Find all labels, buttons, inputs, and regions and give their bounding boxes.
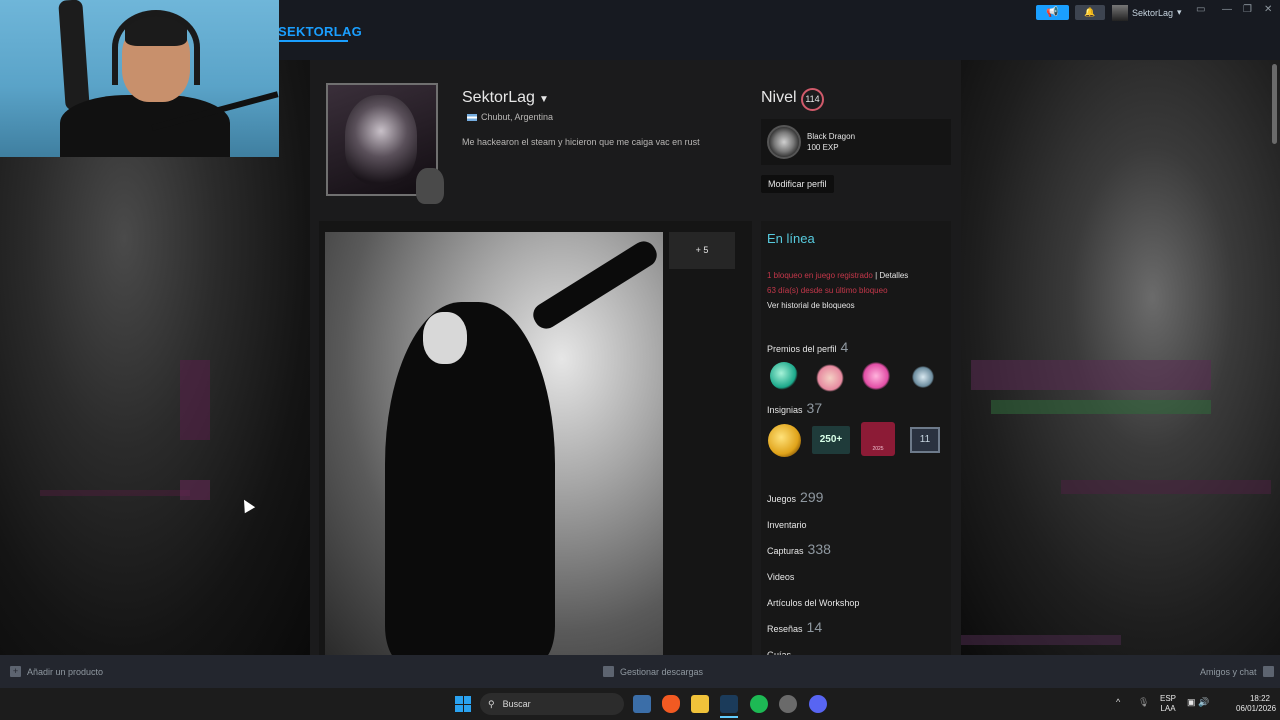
account-username: SektorLag — [1132, 7, 1174, 18]
badges-count: 37 — [806, 400, 823, 416]
add-product-button[interactable]: + Añadir un producto — [10, 666, 103, 677]
taskbar-spotify-icon[interactable] — [750, 695, 768, 713]
taskbar-app-store-icon[interactable] — [633, 695, 651, 713]
dragon-icon — [767, 125, 801, 159]
account-menu[interactable]: SektorLag ▾ — [1112, 4, 1182, 21]
games-label: Juegos — [767, 494, 797, 504]
badges-link[interactable]: Insignias 37 — [767, 400, 822, 416]
level-badge[interactable]: 114 — [801, 88, 824, 111]
coin-badge-icon[interactable] — [768, 424, 801, 457]
years-of-service-badge-icon[interactable]: 11 — [910, 427, 940, 453]
friends-chat-button[interactable]: Amigos y chat — [1200, 666, 1274, 677]
flag-icon — [467, 113, 477, 121]
videos-link[interactable]: Videos — [767, 572, 794, 582]
featured-badge-name: Black Dragon — [807, 132, 856, 141]
network-volume-icons[interactable]: ▣ 🔊 — [1187, 697, 1209, 708]
friends-chat-label: Amigos y chat — [1200, 666, 1257, 677]
taskbar-brave-icon[interactable] — [662, 695, 680, 713]
award-heart-icon[interactable] — [862, 362, 890, 390]
chevron-down-icon[interactable]: ▼ — [539, 94, 549, 105]
profile-name-text: SektorLag — [462, 89, 535, 106]
workshop-link[interactable]: Artículos del Workshop — [767, 598, 859, 608]
badges-label: Insignias — [767, 405, 803, 415]
chevron-down-icon: ▾ — [1177, 7, 1182, 17]
reviews-count: 14 — [806, 619, 823, 635]
taskbar-steam-icon[interactable] — [720, 695, 738, 713]
games-count: 299 — [800, 489, 824, 505]
language-indicator[interactable]: ESP LAA — [1160, 694, 1176, 714]
screenshots-label: Capturas — [767, 546, 804, 556]
profile-nav-title[interactable]: SEKTORLAG — [278, 24, 362, 39]
award-orb-icon[interactable] — [912, 366, 934, 388]
avatar-image — [345, 95, 417, 185]
online-status: En línea — [767, 231, 815, 246]
featured-badge-xp: 100 EXP — [807, 143, 839, 152]
vac-separator: | — [875, 271, 878, 280]
windows-start-icon[interactable] — [455, 696, 471, 712]
keyboard-layout: LAA — [1160, 704, 1176, 713]
announcement-icon[interactable]: 📢 — [1036, 5, 1069, 20]
nav-active-underline — [278, 40, 348, 42]
showcase-more-button[interactable]: + 5 — [669, 232, 735, 269]
microphone-icon[interactable]: 🎙 — [1138, 697, 1149, 708]
manage-downloads-button[interactable]: Gestionar descargas — [603, 666, 703, 677]
chat-icon — [1262, 666, 1274, 677]
vac-days-since: 63 día(s) desde su último bloqueo — [767, 286, 888, 295]
awards-count: 4 — [840, 339, 849, 355]
profile-name[interactable]: SektorLag ▼ — [462, 89, 549, 107]
profile-awards-link[interactable]: Premios del perfil 4 — [767, 339, 848, 355]
add-icon: + — [10, 666, 21, 677]
showcase-artwork[interactable] — [325, 232, 663, 655]
steam-year-badge-icon[interactable]: 2025 — [861, 422, 895, 456]
edit-profile-button[interactable]: Modificar perfil — [761, 175, 834, 193]
bell-icon[interactable]: 🔔 — [1075, 5, 1105, 20]
awards-label: Premios del perfil — [767, 344, 837, 354]
vac-ban-info: 1 bloqueo en juego registrado | Detalles — [767, 271, 908, 280]
webcam-overlay — [0, 0, 279, 157]
profile-background-right — [961, 60, 1280, 655]
language-code: ESP — [1160, 694, 1177, 703]
tray-overflow-icon[interactable]: ^ — [1116, 697, 1120, 707]
inventory-link[interactable]: Inventario — [767, 520, 807, 530]
system-clock[interactable]: 18:22 06/01/2026 — [1236, 694, 1277, 714]
taskbar-file-explorer-icon[interactable] — [691, 695, 709, 713]
search-placeholder: Buscar — [502, 699, 531, 709]
award-feather-icon[interactable] — [770, 362, 798, 390]
close-icon[interactable]: ✕ — [1264, 4, 1272, 15]
award-character-icon[interactable] — [816, 364, 844, 392]
games-link[interactable]: Juegos 299 — [767, 489, 823, 505]
location-text: Chubut, Argentina — [481, 112, 554, 122]
games-owned-badge-icon[interactable]: 250+ — [812, 426, 850, 454]
clock-time: 18:22 — [1249, 694, 1270, 703]
taskbar-app-icon[interactable] — [779, 695, 797, 713]
vac-history-link[interactable]: Ver historial de bloqueos — [767, 301, 855, 310]
downloads-label: Gestionar descargas — [620, 666, 704, 677]
profile-location: Chubut, Argentina — [467, 112, 553, 122]
add-product-label: Añadir un producto — [27, 666, 104, 677]
big-picture-icon[interactable]: ▭ — [1196, 4, 1205, 15]
screenshots-link[interactable]: Capturas 338 — [767, 541, 831, 557]
reviews-link[interactable]: Reseñas 14 — [767, 619, 822, 635]
profile-summary: Me hackearon el steam y hicieron que me … — [462, 137, 700, 147]
clock-date: 06/01/2026 — [1236, 704, 1277, 713]
search-icon: ⚲ — [488, 698, 495, 709]
avatar-frame-decoration — [416, 168, 444, 204]
reviews-label: Reseñas — [767, 624, 803, 634]
page-scrollbar[interactable] — [1272, 64, 1277, 144]
taskbar-discord-icon[interactable] — [809, 695, 827, 713]
maximize-icon[interactable]: ❐ — [1243, 4, 1252, 15]
active-app-indicator — [720, 716, 738, 718]
download-icon — [603, 666, 614, 677]
minimize-icon[interactable]: — — [1222, 4, 1232, 15]
level-label: Nivel — [761, 89, 797, 106]
screenshots-count: 338 — [807, 541, 831, 557]
user-avatar — [1112, 4, 1128, 21]
vac-details-link[interactable]: Detalles — [879, 271, 908, 280]
vac-count: 1 bloqueo en juego registrado — [767, 271, 873, 280]
taskbar-search[interactable]: ⚲ Buscar — [480, 693, 624, 715]
